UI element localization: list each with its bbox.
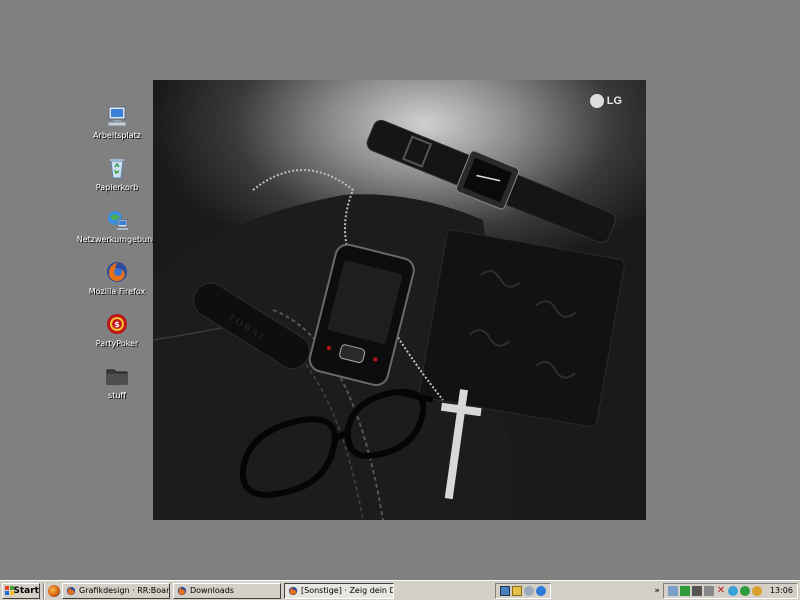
desktop-icon-label: PartyPoker [95,339,139,348]
windows-logo-icon [5,585,14,596]
desktop-icon-mozilla-firefox[interactable]: Mozilla Firefox [72,260,162,296]
my-computer-icon [105,104,129,128]
internet-explorer-icon[interactable] [536,585,547,596]
app-icon[interactable] [751,585,762,596]
desktop-icon-netzwerkumgebung[interactable]: Netzwerkumgebung [72,208,162,244]
start-label: Start [13,585,39,596]
taskbar-separator [43,582,45,599]
desktop-icon-papierkorb[interactable]: Papierkorb [72,156,162,192]
firefox-icon [288,586,298,596]
partypoker-icon: $ [105,312,129,336]
messenger-icon[interactable] [727,585,738,596]
network-icon[interactable] [667,585,678,596]
desktop-icon-label: Netzwerkumgebung [76,235,158,244]
display-icon[interactable] [691,585,702,596]
show-desktop-icon[interactable] [500,585,511,596]
network-places-icon [105,208,129,232]
close-icon[interactable]: ✕ [716,585,726,596]
wallpaper-image: LG TOBAL [153,80,646,520]
desktop-icon-stuff[interactable]: stuff [72,364,162,400]
task-label: [Sonstige] · Zeig dein Des... [301,586,393,595]
desktop-icon-label: Mozilla Firefox [88,287,146,296]
clock: 13:06 [769,586,793,595]
desktop: Arbeitsplatz Papierkorb Netzwerkumgebung [0,0,800,580]
quicklaunch-firefox-icon[interactable] [48,584,60,597]
task-label: Downloads [190,586,234,595]
taskbar-task-downloads[interactable]: Downloads [173,582,281,599]
volume-icon[interactable] [703,585,714,596]
firefox-icon [177,586,187,596]
quicklaunch-tray [495,582,552,599]
desktop-icon-label: Arbeitsplatz [93,131,141,140]
desktop-icon-label: stuff [108,391,126,400]
start-button[interactable]: Start [2,582,40,599]
svg-text:$: $ [114,320,120,329]
lg-logo: LG [589,94,622,108]
task-label: Grafikdesign · RR:Board · ... [79,586,170,595]
system-tray: ✕ 13:06 [662,582,798,599]
firefox-icon [66,586,76,596]
shell-icon[interactable] [524,585,535,596]
desktop-icon-label: Papierkorb [95,183,139,192]
tray-expand-icon[interactable]: » [651,586,663,596]
recycle-bin-icon [105,156,129,180]
folder-icon [105,364,129,388]
security-icon[interactable] [739,585,750,596]
taskbar-task-grafikdesign[interactable]: Grafikdesign · RR:Board · ... [62,582,170,599]
taskbar-task-sonstige[interactable]: [Sonstige] · Zeig dein Des... [284,582,394,599]
desktop-icon-partypoker[interactable]: $ PartyPoker [72,312,162,348]
lg-logo-icon [589,94,604,108]
folder-icon[interactable] [512,585,523,596]
lg-logo-text: LG [606,95,622,107]
taskbar: Start Grafikdesign · RR:Board · ... Down… [0,580,800,600]
desktop-icon-arbeitsplatz[interactable]: Arbeitsplatz [72,104,162,140]
firefox-icon [105,260,129,284]
antivirus-icon[interactable] [679,585,690,596]
